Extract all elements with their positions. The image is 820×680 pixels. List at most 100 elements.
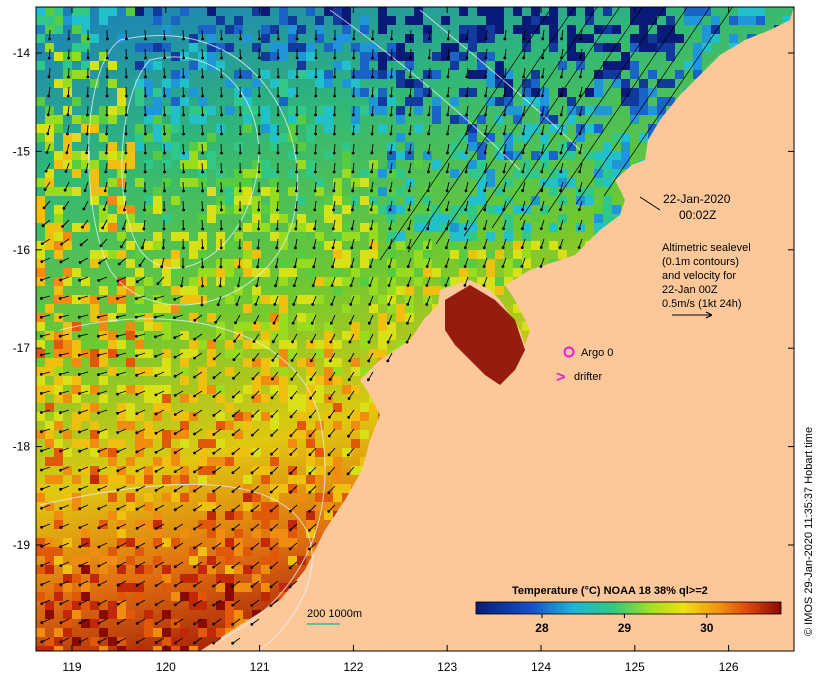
- velocity-vector-head: [220, 56, 223, 60]
- sst-pixel: [54, 223, 63, 232]
- sst-pixel: [603, 7, 612, 16]
- velocity-vector-head: [144, 94, 147, 98]
- velocity-vector-head: [153, 315, 157, 319]
- sst-pixel: [279, 241, 288, 250]
- sst-pixel: [450, 97, 459, 106]
- sst-pixel: [495, 16, 504, 25]
- velocity-vector-head: [116, 411, 119, 415]
- sst-pixel: [54, 439, 63, 448]
- sst-pixel: [252, 223, 261, 232]
- velocity-vector-head: [67, 56, 71, 60]
- sst-pixel: [513, 25, 522, 34]
- velocity-vector-head: [295, 94, 299, 98]
- sst-pixel: [63, 583, 72, 592]
- sst-pixel: [603, 187, 612, 196]
- velocity-vector-head: [212, 470, 216, 474]
- sst-pixel: [324, 205, 333, 214]
- sst-pixel: [72, 187, 81, 196]
- velocity-vector-head: [368, 284, 372, 287]
- sst-pixel: [198, 232, 207, 241]
- velocity-vector-head: [332, 189, 336, 193]
- sst-pixel: [243, 178, 252, 187]
- sst-pixel: [198, 61, 207, 70]
- sst-pixel: [648, 106, 657, 115]
- velocity-vector-head: [331, 246, 335, 250]
- sst-pixel: [225, 610, 234, 619]
- sst-pixel: [63, 79, 72, 88]
- velocity-vector-head: [269, 566, 273, 570]
- sst-pixel: [54, 394, 63, 403]
- sst-pixel: [63, 61, 72, 70]
- velocity-vector-head: [292, 284, 296, 287]
- sst-pixel: [405, 196, 414, 205]
- sst-pixel: [459, 250, 468, 259]
- sst-pixel: [63, 538, 72, 547]
- velocity-vector-head: [269, 528, 273, 532]
- sst-pixel: [279, 340, 288, 349]
- velocity-vector-head: [135, 469, 139, 473]
- velocity-vector-head: [276, 56, 280, 60]
- sst-pixel: [90, 304, 99, 313]
- sst-pixel: [657, 25, 666, 34]
- velocity-vector-head: [465, 75, 469, 79]
- velocity-vector-head: [577, 227, 581, 231]
- sst-pixel: [603, 142, 612, 151]
- velocity-vector-head: [78, 621, 82, 625]
- sst-pixel: [477, 115, 486, 124]
- sst-pixel: [666, 43, 675, 52]
- sst-pixel: [369, 250, 378, 259]
- velocity-vector-head: [212, 451, 216, 455]
- velocity-vector-head: [173, 316, 176, 320]
- sst-pixel: [45, 304, 54, 313]
- sst-pixel: [234, 142, 243, 151]
- sst-pixel: [351, 196, 360, 205]
- sst-pixel: [54, 160, 63, 169]
- sst-pixel: [450, 250, 459, 259]
- sst-pixel: [261, 502, 270, 511]
- velocity-vector-head: [201, 208, 205, 212]
- sst-pixel: [153, 133, 162, 142]
- sst-pixel: [144, 619, 153, 628]
- sst-pixel: [360, 16, 369, 25]
- sst-pixel: [90, 178, 99, 187]
- sst-pixel: [180, 178, 189, 187]
- velocity-vector-head: [251, 414, 254, 418]
- sst-pixel: [117, 106, 126, 115]
- velocity-vector-head: [212, 489, 216, 493]
- velocity-vector-head: [370, 113, 374, 117]
- velocity-vector-head: [173, 374, 177, 378]
- velocity-vector-head: [465, 37, 469, 41]
- sst-pixel: [486, 52, 495, 61]
- velocity-vector-head: [541, 75, 544, 79]
- sst-pixel: [297, 313, 306, 322]
- sst-pixel: [63, 187, 72, 196]
- velocity-vector-head: [141, 246, 144, 250]
- sst-pixel: [90, 448, 99, 457]
- velocity-vector-head: [41, 224, 45, 228]
- sst-pixel: [666, 25, 675, 34]
- sst-pixel: [657, 43, 666, 52]
- sst-pixel: [567, 97, 576, 106]
- sst-pixel: [270, 493, 279, 502]
- sst-pixel: [162, 106, 171, 115]
- sst-pixel: [135, 142, 144, 151]
- velocity-vector-head: [427, 94, 431, 98]
- velocity-vector-head: [295, 37, 299, 41]
- velocity-vector-head: [201, 94, 205, 98]
- sst-pixel: [360, 196, 369, 205]
- velocity-vector-head: [308, 509, 311, 513]
- sst-pixel: [414, 259, 423, 268]
- velocity-vector-head: [78, 507, 82, 510]
- sst-pixel: [531, 241, 540, 250]
- velocity-vector-head: [231, 603, 235, 607]
- sst-pixel: [36, 178, 45, 187]
- velocity-vector-head: [46, 113, 50, 117]
- velocity-vector-head: [135, 545, 139, 549]
- velocity-vector-head: [182, 151, 186, 155]
- sst-pixel: [117, 178, 126, 187]
- sst-pixel: [144, 241, 153, 250]
- sst-pixel: [261, 169, 270, 178]
- velocity-vector-head: [220, 189, 223, 193]
- velocity-vector-head: [484, 37, 488, 41]
- sst-pixel: [423, 232, 432, 241]
